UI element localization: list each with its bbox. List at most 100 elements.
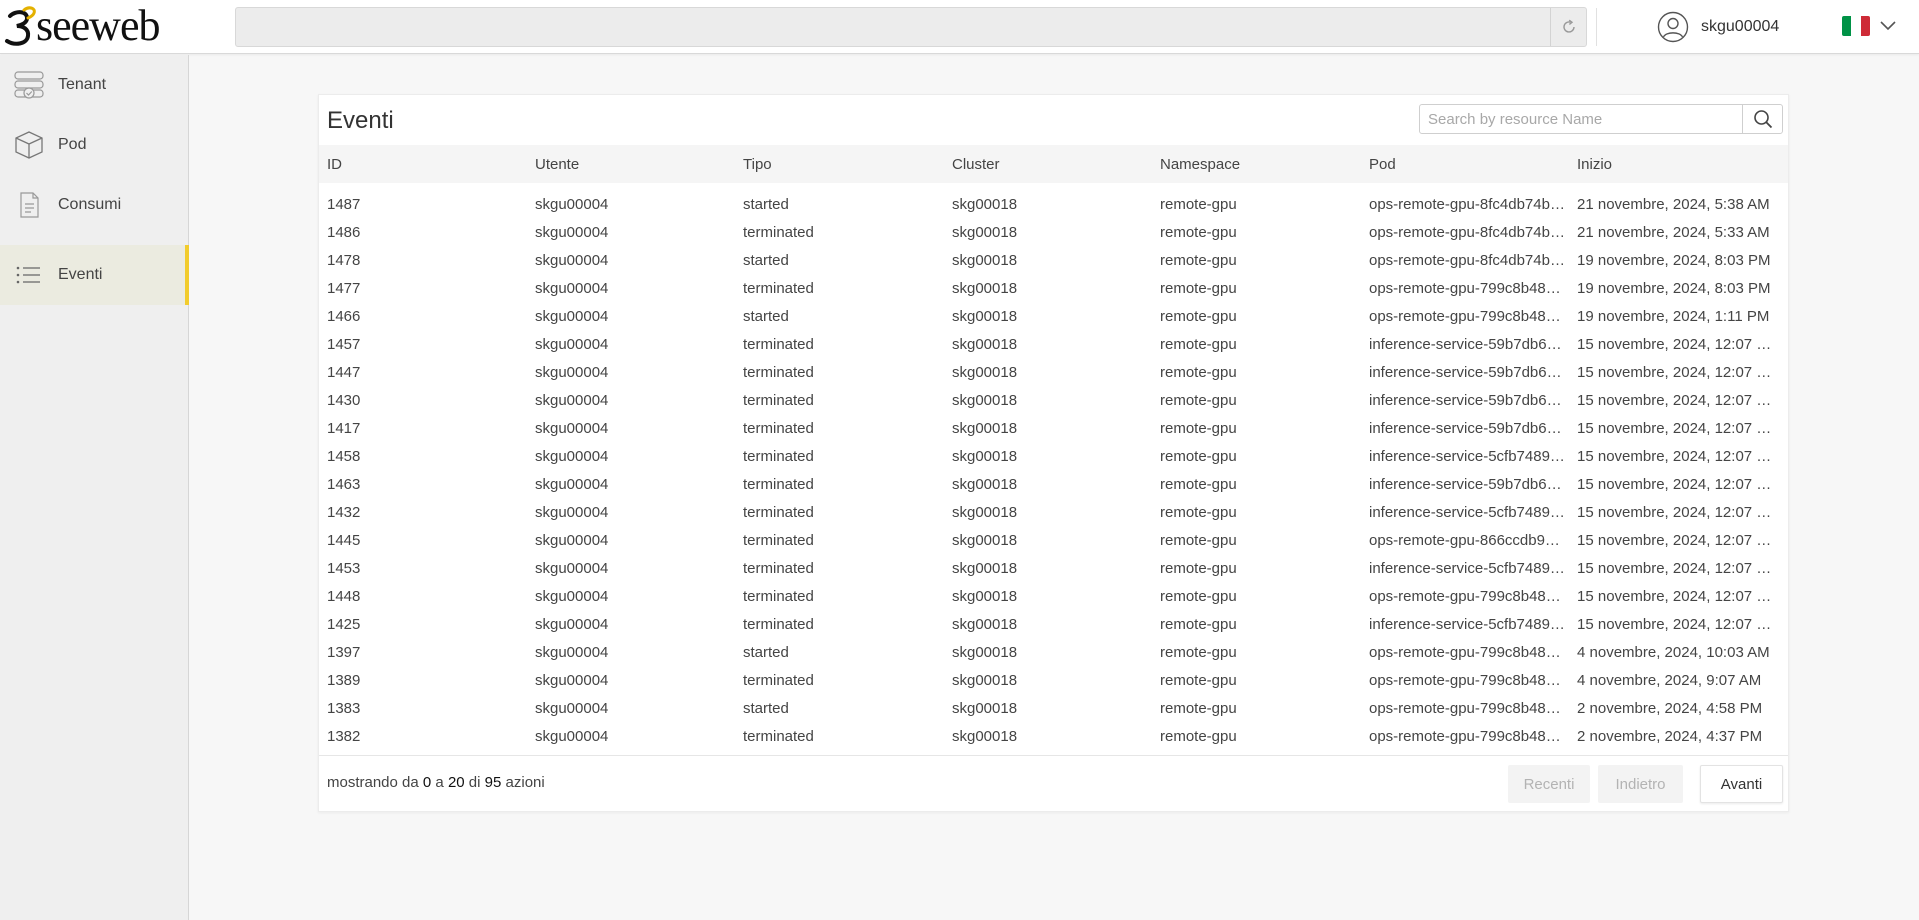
- cell-namespace: remote-gpu: [1160, 195, 1237, 213]
- cell-id: 1382: [327, 727, 361, 745]
- cell-pod: ops-remote-gpu-799c8b48…: [1369, 643, 1561, 661]
- cell-cluster: skg00018: [952, 251, 1018, 269]
- cell-utente: skgu00004: [535, 727, 609, 745]
- cell-tipo: terminated: [743, 531, 814, 549]
- context-bar[interactable]: [235, 7, 1587, 47]
- table-row[interactable]: 1486 skgu00004 terminated skg00018 remote-gp…: [319, 218, 1788, 246]
- header-divider: [1596, 8, 1597, 46]
- cell-tipo: terminated: [743, 279, 814, 297]
- sidebar-item-label: Pod: [58, 136, 87, 153]
- cell-utente: skgu00004: [535, 223, 609, 241]
- table-row[interactable]: 1478 skgu00004 started skg00018 remote-gpu op…: [319, 246, 1788, 274]
- table-row[interactable]: 1477 skgu00004 terminated skg00018 remote-gp…: [319, 274, 1788, 302]
- column-header-namespace[interactable]: Namespace: [1152, 156, 1361, 173]
- cell-inizio: 2 novembre, 2024, 4:37 PM: [1577, 727, 1763, 745]
- cell-namespace: remote-gpu: [1160, 699, 1237, 717]
- table-row[interactable]: 1466 skgu00004 started skg00018 remote-gpu op…: [319, 302, 1788, 330]
- table-row[interactable]: 1417 skgu00004 terminated skg00018 remote-gp…: [319, 414, 1788, 442]
- cell-tipo: started: [743, 251, 789, 269]
- table-row[interactable]: 1445 skgu00004 terminated skg00018 remote-gp…: [319, 526, 1788, 554]
- table-row[interactable]: 1448 skgu00004 terminated skg00018 remote-gp…: [319, 582, 1788, 610]
- cell-cluster: skg00018: [952, 279, 1018, 297]
- cell-pod: inference-service-59b7db6…: [1369, 475, 1562, 493]
- cell-utente: skgu00004: [535, 559, 609, 577]
- cell-inizio: 19 novembre, 2024, 8:03 PM: [1577, 279, 1771, 297]
- table-row[interactable]: 1383 skgu00004 started skg00018 remote-gpu op…: [319, 694, 1788, 722]
- cell-tipo: terminated: [743, 615, 814, 633]
- logo-text: seeweb: [36, 1, 160, 50]
- column-header-pod[interactable]: Pod: [1361, 156, 1569, 173]
- cell-utente: skgu00004: [535, 335, 609, 353]
- cell-utente: skgu00004: [535, 307, 609, 325]
- column-header-cluster[interactable]: Cluster: [944, 156, 1152, 173]
- cell-pod: ops-remote-gpu-799c8b48…: [1369, 671, 1561, 689]
- cell-id: 1432: [327, 503, 361, 521]
- sidebar: Tenant Pod Consumi Eventi: [0, 55, 189, 920]
- table-row[interactable]: 1397 skgu00004 started skg00018 remote-gpu op…: [319, 638, 1788, 666]
- table-row[interactable]: 1382 skgu00004 terminated skg00018 remote-gp…: [319, 722, 1788, 750]
- seeweb-logo[interactable]: seeweb: [4, 4, 190, 48]
- cell-id: 1466: [327, 307, 361, 325]
- cell-namespace: remote-gpu: [1160, 391, 1237, 409]
- sidebar-item-eventi[interactable]: Eventi: [0, 245, 189, 305]
- table-row[interactable]: 1432 skgu00004 terminated skg00018 remote-gp…: [319, 498, 1788, 526]
- cell-pod: inference-service-5cfb7489…: [1369, 559, 1565, 577]
- tenant-icon: [14, 71, 44, 99]
- table-row[interactable]: 1463 skgu00004 terminated skg00018 remote-gp…: [319, 470, 1788, 498]
- table-row[interactable]: 1458 skgu00004 terminated skg00018 remote-gp…: [319, 442, 1788, 470]
- cell-inizio: 4 novembre, 2024, 10:03 AM: [1577, 643, 1770, 661]
- cell-namespace: remote-gpu: [1160, 671, 1237, 689]
- cell-cluster: skg00018: [952, 307, 1018, 325]
- cell-tipo: terminated: [743, 419, 814, 437]
- search-input[interactable]: [1420, 105, 1742, 133]
- pagination-summary: mostrando da 0 a 20 di 95 azioni: [327, 774, 545, 791]
- language-selector[interactable]: [1842, 16, 1896, 36]
- refresh-button[interactable]: [1550, 8, 1586, 46]
- document-icon: [20, 192, 39, 218]
- cell-namespace: remote-gpu: [1160, 503, 1237, 521]
- column-header-utente[interactable]: Utente: [527, 156, 735, 173]
- table-row[interactable]: 1457 skgu00004 terminated skg00018 remote-gp…: [319, 330, 1788, 358]
- cell-id: 1478: [327, 251, 361, 269]
- cell-tipo: started: [743, 307, 789, 325]
- sidebar-item-tenant[interactable]: Tenant: [0, 55, 189, 115]
- sidebar-item-consumi[interactable]: Consumi: [0, 175, 189, 235]
- table-row[interactable]: 1447 skgu00004 terminated skg00018 remote-gp…: [319, 358, 1788, 386]
- back-button[interactable]: Indietro: [1598, 765, 1683, 803]
- cell-namespace: remote-gpu: [1160, 587, 1237, 605]
- search-icon: [1753, 110, 1772, 129]
- user-menu[interactable]: skgu00004: [1657, 10, 1779, 44]
- table-row[interactable]: 1389 skgu00004 terminated skg00018 remote-gp…: [319, 666, 1788, 694]
- cell-inizio: 15 novembre, 2024, 12:07 P…: [1577, 419, 1774, 437]
- search-box: [1419, 104, 1783, 134]
- column-header-id[interactable]: ID: [319, 156, 527, 173]
- table-row[interactable]: 1430 skgu00004 terminated skg00018 remote-gp…: [319, 386, 1788, 414]
- cell-tipo: terminated: [743, 363, 814, 381]
- cell-inizio: 21 novembre, 2024, 5:38 AM: [1577, 195, 1770, 213]
- cell-tipo: terminated: [743, 503, 814, 521]
- column-header-inizio[interactable]: Inizio: [1569, 156, 1774, 173]
- table-row[interactable]: 1487 skgu00004 started skg00018 remote-gpu op…: [319, 190, 1788, 218]
- table-row[interactable]: 1453 skgu00004 terminated skg00018 remote-gp…: [319, 554, 1788, 582]
- recent-button[interactable]: Recenti: [1508, 765, 1590, 803]
- cell-pod: inference-service-59b7db6…: [1369, 335, 1562, 353]
- summary-prefix: mostrando da: [327, 774, 419, 791]
- cell-tipo: terminated: [743, 587, 814, 605]
- table-row[interactable]: 1425 skgu00004 terminated skg00018 remote-gp…: [319, 610, 1788, 638]
- italy-flag-icon: [1842, 16, 1870, 36]
- cell-cluster: skg00018: [952, 559, 1018, 577]
- cell-cluster: skg00018: [952, 587, 1018, 605]
- table-body: 1487 skgu00004 started skg00018 remote-gpu op…: [319, 190, 1788, 750]
- sidebar-item-pod[interactable]: Pod: [0, 115, 189, 175]
- column-header-tipo[interactable]: Tipo: [735, 156, 944, 173]
- cell-cluster: skg00018: [952, 671, 1018, 689]
- cell-tipo: terminated: [743, 559, 814, 577]
- cell-namespace: remote-gpu: [1160, 531, 1237, 549]
- cell-cluster: skg00018: [952, 643, 1018, 661]
- summary-to: 20: [447, 774, 465, 791]
- search-button[interactable]: [1742, 105, 1782, 133]
- next-button[interactable]: Avanti: [1700, 765, 1783, 803]
- cell-cluster: skg00018: [952, 223, 1018, 241]
- cell-namespace: remote-gpu: [1160, 615, 1237, 633]
- cell-cluster: skg00018: [952, 391, 1018, 409]
